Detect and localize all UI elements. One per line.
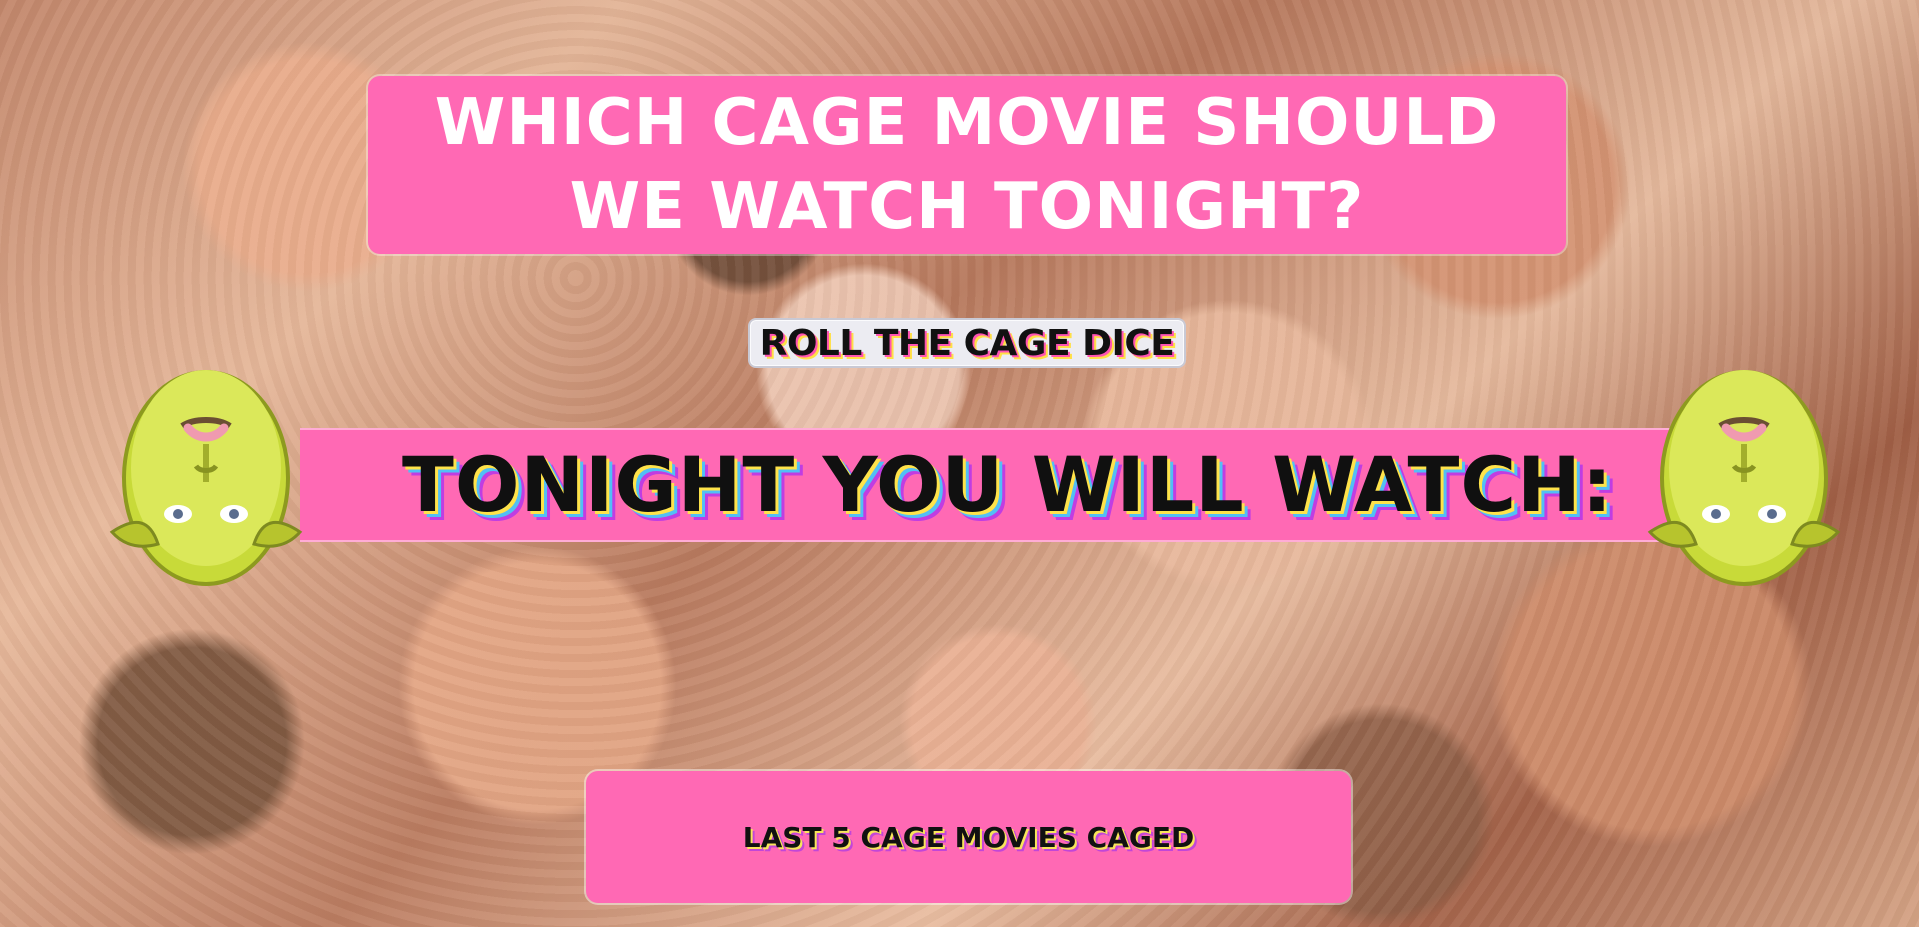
page-title-line-2: WE WATCH TONIGHT? (569, 170, 1365, 244)
recent-movies-panel: LAST 5 CAGE MOVIES CAGED (586, 771, 1351, 903)
tonight-label: TONIGHT YOU WILL WATCH: (402, 440, 1614, 529)
shrek-face-icon-right (1647, 370, 1841, 586)
page-title-box: WHICH CAGE MOVIE SHOULD WE WATCH TONIGHT… (368, 76, 1566, 254)
roll-button-label: ROLL THE CAGE DICE (759, 322, 1175, 364)
page-title-line-1: WHICH CAGE MOVIE SHOULD (434, 86, 1500, 160)
tonight-banner: TONIGHT YOU WILL WATCH: (300, 428, 1686, 542)
recent-movies-title: LAST 5 CAGE MOVIES CAGED (742, 820, 1195, 854)
roll-cage-dice-button[interactable]: ROLL THE CAGE DICE (748, 318, 1186, 368)
page-title: WHICH CAGE MOVIE SHOULD WE WATCH TONIGHT… (368, 81, 1566, 249)
shrek-face-icon (109, 370, 303, 586)
